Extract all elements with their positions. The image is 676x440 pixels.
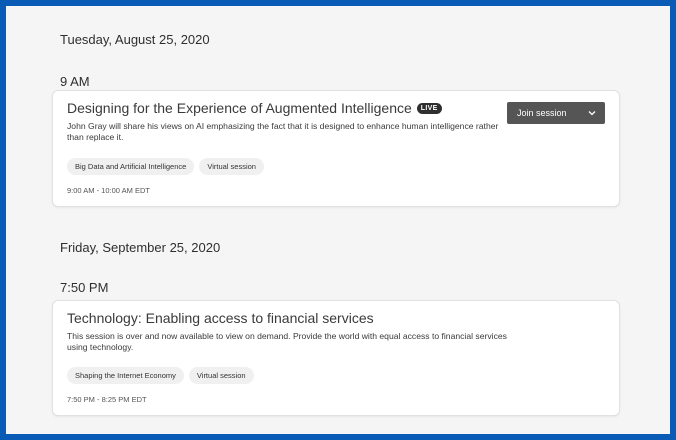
session-description: John Gray will share his views on AI emp…: [67, 121, 499, 142]
session-title-text[interactable]: Designing for the Experience of Augmente…: [67, 100, 412, 116]
session-card[interactable]: Technology: Enabling access to financial…: [52, 300, 620, 416]
session-time-range: 7:50 PM - 8:25 PM EDT: [67, 395, 147, 404]
session-tags: Big Data and Artificial Intelligence Vir…: [67, 158, 264, 175]
chevron-down-icon: [588, 111, 596, 116]
session-title-text[interactable]: Technology: Enabling access to financial…: [67, 310, 374, 326]
session-title[interactable]: Designing for the Experience of Augmente…: [67, 100, 442, 116]
join-session-label: Join session: [517, 108, 567, 118]
live-badge: LIVE: [416, 102, 442, 114]
tag[interactable]: Virtual session: [199, 158, 264, 175]
session-tags: Shaping the Internet Economy Virtual ses…: [67, 367, 254, 384]
tag[interactable]: Big Data and Artificial Intelligence: [67, 158, 195, 175]
session-time-range: 9:00 AM - 10:00 AM EDT: [67, 186, 150, 195]
date-heading: Friday, September 25, 2020: [60, 240, 221, 255]
time-heading: 7:50 PM: [60, 280, 109, 295]
tag[interactable]: Shaping the Internet Economy: [67, 367, 184, 384]
session-description: This session is over and now available t…: [67, 331, 507, 352]
date-heading: Tuesday, August 25, 2020: [60, 32, 210, 47]
session-list-frame: Tuesday, August 25, 2020 9 AM Designing …: [0, 0, 676, 440]
time-heading: 9 AM: [60, 74, 90, 89]
join-session-button[interactable]: Join session: [507, 102, 605, 124]
tag[interactable]: Virtual session: [188, 367, 254, 384]
session-card[interactable]: Designing for the Experience of Augmente…: [52, 90, 620, 207]
session-title[interactable]: Technology: Enabling access to financial…: [67, 310, 374, 326]
session-list: Tuesday, August 25, 2020 9 AM Designing …: [14, 10, 662, 430]
